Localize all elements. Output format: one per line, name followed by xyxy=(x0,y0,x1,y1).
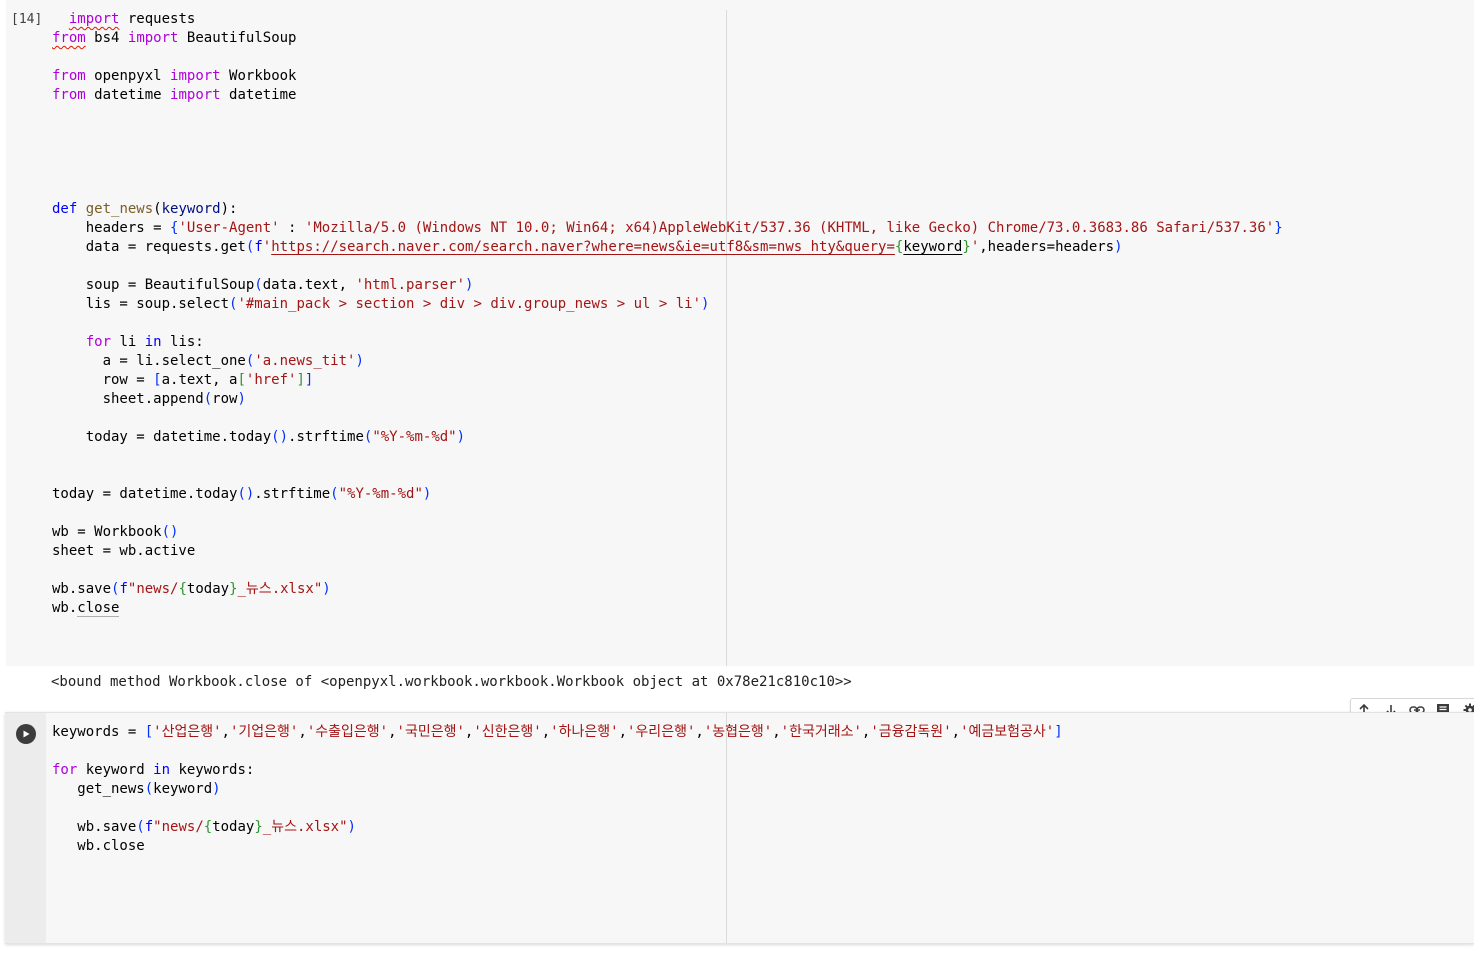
play-icon xyxy=(23,730,30,738)
code-editor-1[interactable]: import requests from bs4 import Beautifu… xyxy=(52,10,1283,618)
run-cell-button[interactable] xyxy=(16,724,36,744)
code-editor-2[interactable]: keywords = ['산업은행','기업은행','수출입은행','국민은행'… xyxy=(52,723,1063,856)
code-cell-2[interactable]: keywords = ['산업은행','기업은행','수출입은행','국민은행'… xyxy=(5,712,1474,944)
execution-count: [14] xyxy=(11,12,43,27)
cell-output: <bound method Workbook.close of <openpyx… xyxy=(51,674,852,690)
cell-gutter xyxy=(5,713,46,943)
code-cell-1[interactable]: [14] import requests from bs4 import Bea… xyxy=(6,0,1474,666)
